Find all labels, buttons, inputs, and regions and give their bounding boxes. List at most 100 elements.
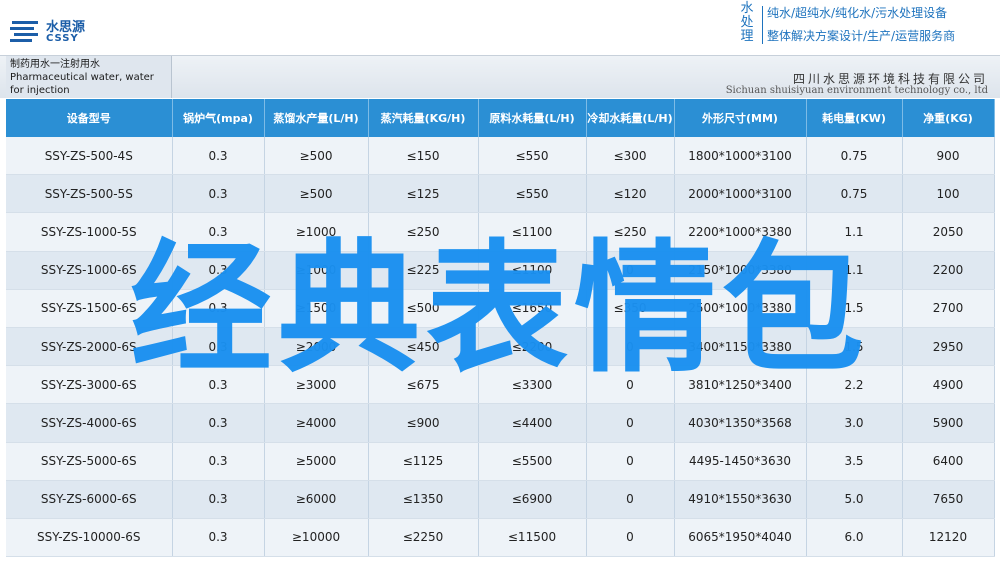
- table-cell: SSY-ZS-2000-6S: [6, 327, 173, 367]
- table-cell: 2950: [902, 327, 995, 367]
- table-cell: 0.3: [172, 403, 265, 443]
- table-cell: ≤125: [368, 174, 479, 214]
- table-cell: SSY-ZS-6000-6S: [6, 480, 173, 519]
- table-row: SSY-ZS-500-4S 0.3 ≥500 ≤150 ≤550 ≤300 1800*100…: [6, 137, 995, 176]
- slogan-line-2: 整体解决方案设计/生产/运营服务商: [767, 29, 956, 43]
- table-cell: 4910*1550*3630: [674, 480, 807, 519]
- table-row: SSY-ZS-10000-6S 0.3 ≥10000 ≤2250 ≤11500 0 6065…: [6, 518, 995, 558]
- table-cell: 0.3: [172, 518, 265, 558]
- table-cell: ≥5000: [264, 442, 369, 481]
- table-cell: ≥500: [264, 137, 369, 176]
- table-cell: ≤11500: [478, 518, 587, 558]
- table-cell: 3.0: [806, 403, 903, 443]
- table-body: SSY-ZS-500-4S 0.3 ≥500 ≤150 ≤550 ≤300 1800*100…: [6, 137, 995, 558]
- table-cell: ≥500: [264, 174, 369, 214]
- table-cell: 2050: [902, 212, 995, 252]
- table-cell: ≤350: [586, 289, 675, 328]
- table-cell: ≤450: [368, 327, 479, 367]
- table-cell: 4495-1450*3630: [674, 442, 807, 481]
- table-cell: 3.5: [806, 442, 903, 481]
- table-cell: 4900: [902, 365, 995, 405]
- table-cell: 900: [902, 137, 995, 176]
- table-cell: ≤550: [478, 174, 587, 214]
- table-cell: ≤4400: [478, 403, 587, 443]
- header-cell-steam-consumption: 蒸汽耗量(KG/H): [368, 99, 479, 137]
- table-cell: ≥10000: [264, 518, 369, 558]
- table-cell: ≤120: [586, 174, 675, 214]
- table-cell: 6065*1950*4040: [674, 518, 807, 558]
- table-cell: ≥2000: [264, 327, 369, 367]
- table-cell: ≤150: [368, 137, 479, 176]
- table-cell: ≤2250: [368, 518, 479, 558]
- table-cell: 2500*1000*3380: [674, 289, 807, 328]
- table-cell: 0: [586, 251, 675, 290]
- table-cell: 0: [586, 327, 675, 367]
- table-cell: ≥1000: [264, 212, 369, 252]
- header-cell-dimensions: 外形尺寸(MM): [674, 99, 807, 137]
- table-cell: ≤1350: [368, 480, 479, 519]
- table-cell: ≤5500: [478, 442, 587, 481]
- table-cell: 1.5: [806, 327, 903, 367]
- table-cell: ≤675: [368, 365, 479, 405]
- table-cell: ≤6900: [478, 480, 587, 519]
- table-cell: SSY-ZS-4000-6S: [6, 403, 173, 443]
- table-cell: ≥1000: [264, 251, 369, 290]
- title-band: 制药用水一注射用水 Pharmaceutical water, water fo…: [0, 55, 1000, 98]
- table-cell: 4030*1350*3568: [674, 403, 807, 443]
- table-cell: 0.3: [172, 137, 265, 176]
- table-cell: 1.1: [806, 251, 903, 290]
- table-header-row: 设备型号 锅炉气(mpa) 蒸馏水产量(L/H) 蒸汽耗量(KG/H) 原料水耗…: [6, 99, 995, 137]
- table-cell: 0: [586, 518, 675, 558]
- table-cell: ≤300: [586, 137, 675, 176]
- table-cell: 7650: [902, 480, 995, 519]
- table-cell: 2.2: [806, 365, 903, 405]
- table-cell: 100: [902, 174, 995, 214]
- table-cell: 0: [586, 365, 675, 405]
- table-cell: SSY-ZS-1000-5S: [6, 212, 173, 252]
- table-cell: ≥6000: [264, 480, 369, 519]
- header-cell-power: 耗电量(KW): [806, 99, 903, 137]
- table-cell: 0.3: [172, 365, 265, 405]
- table-cell: 3400*1150*3380: [674, 327, 807, 367]
- table-cell: 0: [586, 442, 675, 481]
- table-cell: 0: [586, 403, 675, 443]
- page-header: 水思源 CSSY 水处理 纯水/超纯水/纯化水/污水处理设备 整体解决方案设计/…: [0, 0, 1000, 55]
- table-cell: ≤550: [478, 137, 587, 176]
- table-row: SSY-ZS-1000-5S 0.3 ≥1000 ≤250 ≤1100 ≤250 2200*…: [6, 212, 995, 252]
- brand-logo[interactable]: 水思源 CSSY: [10, 14, 100, 50]
- table-cell: SSY-ZS-3000-6S: [6, 365, 173, 405]
- table-row: SSY-ZS-4000-6S 0.3 ≥4000 ≤900 ≤4400 0 4030*135…: [6, 403, 995, 443]
- table-cell: ≤3300: [478, 365, 587, 405]
- brand-name-en: CSSY: [46, 33, 79, 44]
- table-cell: 3810*1250*3400: [674, 365, 807, 405]
- table-cell: ≤900: [368, 403, 479, 443]
- table-cell: SSY-ZS-1500-6S: [6, 289, 173, 328]
- table-cell: SSY-ZS-10000-6S: [6, 518, 173, 558]
- table-cell: 2700: [902, 289, 995, 328]
- table-cell: 0.3: [172, 442, 265, 481]
- vertical-category-label: 水处理: [740, 1, 754, 44]
- table-cell: 0.3: [172, 480, 265, 519]
- spec-table: 设备型号 锅炉气(mpa) 蒸馏水产量(L/H) 蒸汽耗量(KG/H) 原料水耗…: [6, 99, 995, 558]
- table-cell: ≥4000: [264, 403, 369, 443]
- table-cell: ≤1125: [368, 442, 479, 481]
- table-cell: SSY-ZS-5000-6S: [6, 442, 173, 481]
- table-cell: 0.3: [172, 327, 265, 367]
- table-cell: ≤225: [368, 251, 479, 290]
- company-name-en: Sichuan shuisiyuan environment technolog…: [725, 85, 988, 96]
- header-cell-net-weight: 净重(KG): [902, 99, 995, 137]
- table-cell: 1.5: [806, 289, 903, 328]
- table-row: SSY-ZS-1500-6S 0.3 ≥1500 ≤500 ≤1650 ≤350 2500*…: [6, 289, 995, 328]
- table-cell: 0.3: [172, 174, 265, 214]
- product-title-cn: 制药用水一注射用水: [10, 59, 100, 70]
- table-cell: 12120: [902, 518, 995, 558]
- table-row: SSY-ZS-500-5S 0.3 ≥500 ≤125 ≤550 ≤120 2000*100…: [6, 174, 995, 214]
- slogan-line-1: 纯水/超纯水/纯化水/污水处理设备: [767, 6, 948, 20]
- table-cell: 5900: [902, 403, 995, 443]
- table-cell: 2200: [902, 251, 995, 290]
- table-cell: 0.3: [172, 251, 265, 290]
- table-cell: ≤1100: [478, 212, 587, 252]
- table-cell: 2200*1000*3380: [674, 212, 807, 252]
- table-cell: 6.0: [806, 518, 903, 558]
- table-cell: 0.75: [806, 174, 903, 214]
